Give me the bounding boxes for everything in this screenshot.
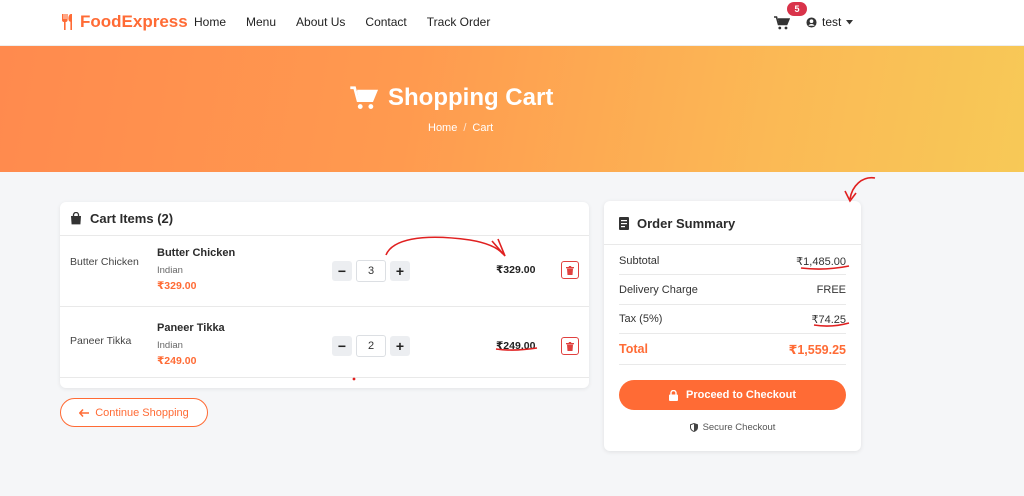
breadcrumb-home[interactable]: Home	[428, 122, 457, 134]
tax-row: Tax (5%) ₹74.25	[619, 313, 846, 326]
increase-qty-button[interactable]: +	[390, 261, 410, 281]
delivery-label: Delivery Charge	[619, 284, 698, 296]
total-row: Total ₹1,559.25	[619, 342, 846, 357]
breadcrumb-separator: /	[463, 122, 467, 134]
subtotal-label: Subtotal	[619, 255, 660, 267]
cart-button[interactable]	[771, 13, 793, 33]
breadcrumb: Home / Cart	[428, 122, 493, 134]
nav-contact[interactable]: Contact	[365, 15, 406, 29]
cart-item: Butter Chicken Butter Chicken Indian ₹32…	[60, 237, 589, 307]
page-title: Shopping Cart	[350, 84, 553, 112]
cart-items-header: Cart Items (2)	[60, 202, 589, 236]
item-line-total: ₹249.00	[496, 340, 536, 352]
trash-icon	[566, 341, 574, 351]
cart-items-panel: Cart Items (2) Butter Chicken Butter Chi…	[60, 202, 589, 388]
remove-item-button[interactable]	[561, 261, 579, 279]
order-summary-title: Order Summary	[637, 216, 736, 231]
total-value: ₹1,559.25	[788, 343, 846, 357]
trash-icon	[566, 265, 574, 275]
divider	[604, 244, 861, 245]
item-image: Butter Chicken	[70, 256, 139, 268]
brand-name: FoodExpress	[80, 12, 188, 31]
quantity-input[interactable]: 3	[356, 260, 386, 282]
shield-icon	[689, 423, 698, 432]
proceed-to-checkout-button[interactable]: Proceed to Checkout	[619, 380, 846, 410]
quantity-stepper: − 3 +	[332, 260, 410, 282]
breadcrumb-current: Cart	[472, 122, 494, 134]
remove-item-button[interactable]	[561, 337, 579, 355]
divider	[619, 333, 846, 334]
arrow-left-icon	[79, 408, 90, 417]
nav-menu[interactable]: Menu	[246, 15, 276, 29]
divider	[619, 304, 846, 305]
cart-icon	[774, 16, 790, 30]
item-price: ₹249.00	[157, 355, 197, 367]
decrease-qty-button[interactable]: −	[332, 261, 352, 281]
nav-links: Home Menu About Us Contact Track Order	[194, 15, 490, 29]
divider	[619, 274, 846, 275]
delivery-value: FREE	[816, 284, 846, 296]
secure-checkout-note: Secure Checkout	[604, 422, 861, 433]
user-name: test	[822, 15, 842, 29]
item-name[interactable]: Butter Chicken	[157, 247, 235, 259]
divider	[619, 364, 846, 365]
subtotal-row: Subtotal ₹1,485.00	[619, 255, 846, 268]
delivery-row: Delivery Charge FREE	[619, 284, 846, 296]
subtotal-value: ₹1,485.00	[796, 256, 846, 268]
item-category: Indian	[157, 265, 183, 276]
item-line-total: ₹329.00	[496, 264, 536, 276]
utensils-icon	[62, 14, 72, 30]
order-summary-header: Order Summary	[619, 216, 735, 231]
decrease-qty-button[interactable]: −	[332, 336, 352, 356]
item-image: Paneer Tikka	[70, 335, 132, 347]
order-summary-panel: Order Summary Subtotal ₹1,485.00 Deliver…	[604, 201, 861, 451]
user-menu[interactable]: test	[806, 15, 854, 29]
shopping-bag-icon	[71, 212, 81, 225]
tax-label: Tax (5%)	[619, 313, 663, 325]
caret-down-icon	[846, 19, 854, 24]
nav-home[interactable]: Home	[194, 15, 226, 29]
user-circle-icon	[806, 16, 817, 28]
cart-item: Paneer Tikka Paneer Tikka Indian ₹249.00…	[60, 308, 589, 378]
total-label: Total	[619, 342, 648, 356]
item-category: Indian	[157, 340, 183, 351]
quantity-stepper: − 2 +	[332, 335, 410, 357]
brand-logo[interactable]: FoodExpress	[60, 12, 188, 32]
page-header: Shopping Cart Home / Cart	[0, 46, 1024, 172]
nav-about-us[interactable]: About Us	[296, 15, 345, 29]
continue-shopping-label: Continue Shopping	[95, 406, 189, 419]
annotation-arrowhead	[844, 190, 857, 203]
annotation-arrow	[849, 176, 876, 200]
lock-icon	[668, 389, 678, 401]
item-price: ₹329.00	[157, 280, 197, 292]
checkout-label: Proceed to Checkout	[685, 389, 797, 401]
tax-value: ₹74.25	[811, 314, 846, 326]
cart-count-badge: 5	[787, 2, 807, 16]
continue-shopping-button[interactable]: Continue Shopping	[60, 398, 208, 427]
cart-items-title: Cart Items (2)	[90, 211, 174, 226]
quantity-input[interactable]: 2	[356, 335, 386, 357]
secure-checkout-label: Secure Checkout	[702, 422, 776, 433]
increase-qty-button[interactable]: +	[390, 336, 410, 356]
page-title-text: Shopping Cart	[388, 84, 554, 111]
item-name[interactable]: Paneer Tikka	[157, 322, 225, 334]
navbar: FoodExpress Home Menu About Us Contact T…	[0, 0, 1024, 46]
cart-icon	[350, 86, 378, 109]
nav-track-order[interactable]: Track Order	[427, 15, 491, 29]
receipt-icon	[619, 217, 629, 230]
